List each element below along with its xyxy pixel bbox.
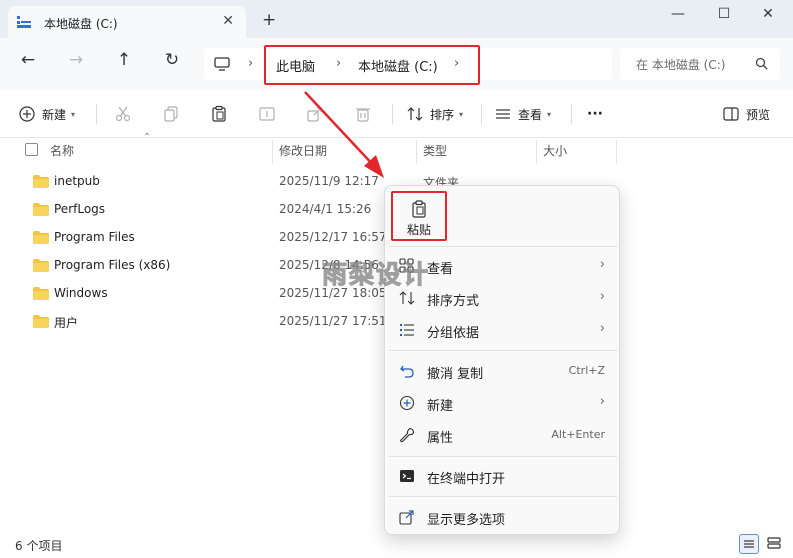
shortcut-hint: Ctrl+Z bbox=[568, 364, 605, 377]
menu-item-undo-copy[interactable]: 撤消 复制 Ctrl+Z bbox=[385, 357, 621, 385]
menu-divider bbox=[389, 456, 617, 457]
menu-item-show-more-options[interactable]: 显示更多选项 bbox=[385, 503, 621, 531]
plus-circle-icon bbox=[399, 395, 415, 411]
share-icon bbox=[399, 510, 414, 525]
menu-item-label: 排序方式 bbox=[427, 294, 480, 309]
watermark-text: 雨梨设计 bbox=[321, 260, 431, 290]
menu-item-label: 显示更多选项 bbox=[427, 513, 506, 528]
menu-item-label: 新建 bbox=[427, 399, 454, 414]
menu-item-label: 分组依据 bbox=[427, 326, 480, 341]
chevron-right-icon: › bbox=[599, 289, 605, 304]
menu-item-open-in-terminal[interactable]: 在终端中打开 bbox=[385, 462, 621, 490]
menu-item-label: 属性 bbox=[427, 431, 454, 446]
undo-icon bbox=[400, 365, 414, 378]
menu-item-new[interactable]: 新建 › bbox=[385, 389, 621, 417]
menu-divider bbox=[389, 496, 617, 497]
highlight-box-paste bbox=[391, 191, 447, 241]
menu-item-label: 在终端中打开 bbox=[427, 472, 506, 487]
wrench-icon bbox=[399, 427, 415, 443]
menu-item-label: 查看 bbox=[427, 262, 454, 277]
terminal-icon bbox=[400, 470, 414, 482]
sort-icon bbox=[399, 291, 415, 305]
chevron-right-icon: › bbox=[599, 257, 605, 272]
menu-item-label: 撤消 复制 bbox=[427, 367, 484, 382]
context-menu: 粘贴 查看 › 排序方式 › 分组依据 › 撤消 复制 Ctrl+Z 新建 › … bbox=[384, 185, 620, 535]
menu-divider bbox=[389, 350, 617, 351]
shortcut-hint: Alt+Enter bbox=[551, 428, 605, 441]
chevron-right-icon: › bbox=[599, 394, 605, 409]
menu-item-group-by[interactable]: 分组依据 › bbox=[385, 316, 621, 344]
menu-divider bbox=[389, 246, 617, 247]
group-list-icon bbox=[400, 324, 414, 336]
chevron-right-icon: › bbox=[599, 321, 605, 336]
menu-item-properties[interactable]: 属性 Alt+Enter bbox=[385, 421, 621, 449]
